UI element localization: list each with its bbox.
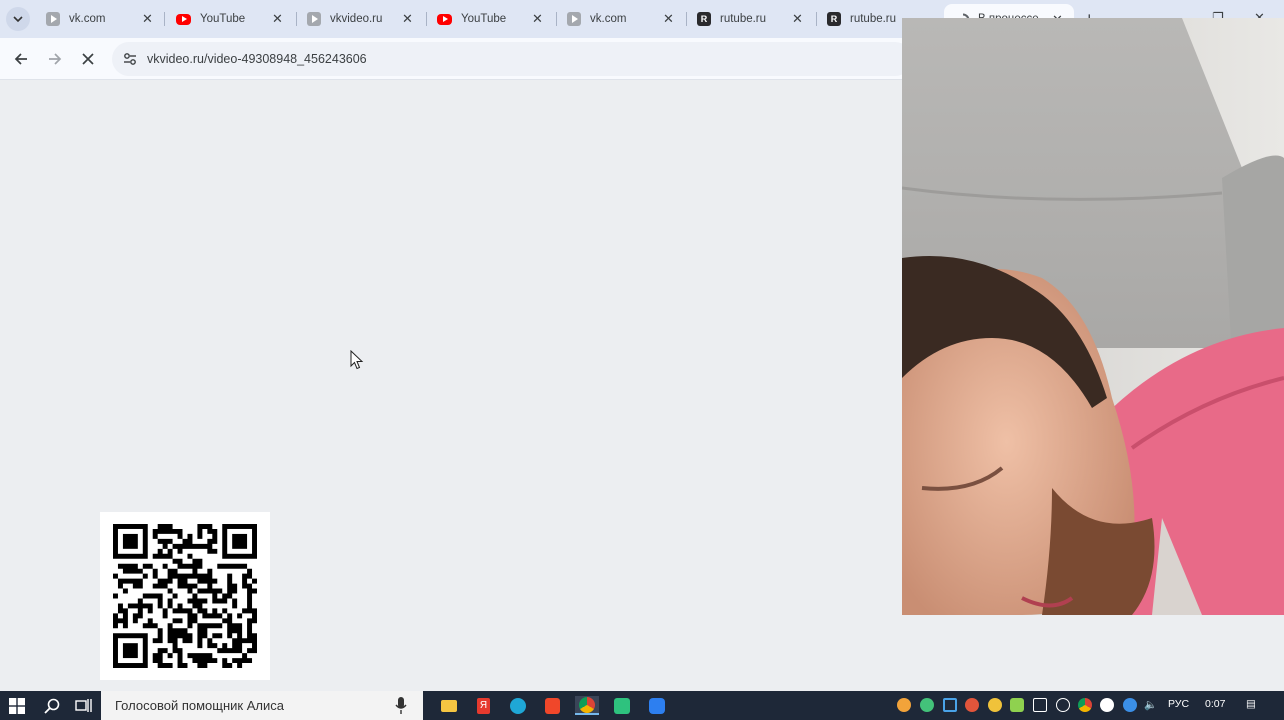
close-icon[interactable]: ✕ — [532, 11, 543, 27]
search-icon — [43, 698, 59, 714]
address-bar[interactable]: vkvideo.ru/video-49308948_456243606 — [112, 42, 912, 76]
tab-separator — [164, 12, 165, 26]
task-view-icon — [75, 699, 92, 712]
tray-app-icon[interactable] — [943, 698, 957, 712]
tray-app-icon[interactable] — [988, 698, 1002, 712]
alice-search-box[interactable]: Голосовой помощник Алиса — [101, 691, 423, 720]
stop-button[interactable] — [77, 48, 99, 70]
language-indicator[interactable]: РУС — [1168, 698, 1189, 710]
tab-rutube-1[interactable]: R rutube.ru ✕ — [697, 6, 809, 32]
edge-icon[interactable] — [508, 696, 527, 715]
webcam-overlay — [902, 18, 1284, 615]
rutube-icon: R — [827, 12, 841, 26]
messenger-app-icon[interactable] — [612, 696, 631, 715]
yandex-icon[interactable]: Я — [474, 696, 493, 715]
tab-title: rutube.ru — [850, 13, 897, 25]
tray-app-icon[interactable] — [1123, 698, 1137, 712]
webcam-image — [902, 18, 1284, 615]
microphone-icon[interactable] — [395, 697, 407, 714]
tray-app-icon[interactable] — [920, 698, 934, 712]
tab-separator — [816, 12, 817, 26]
task-view-button[interactable] — [74, 696, 93, 715]
search-button[interactable] — [42, 696, 61, 715]
tab-title: vk.com — [590, 13, 627, 25]
tray-app-icon[interactable] — [1033, 698, 1047, 712]
forward-button[interactable] — [44, 48, 66, 70]
back-button[interactable] — [10, 48, 32, 70]
file-explorer-icon[interactable] — [439, 696, 458, 715]
alice-search-placeholder: Голосовой помощник Алиса — [115, 698, 284, 713]
tab-title: vkvideo.ru — [330, 13, 383, 25]
vk-video-icon — [567, 12, 581, 26]
tab-separator — [426, 12, 427, 26]
tab-search-button[interactable] — [6, 7, 30, 31]
brave-icon[interactable] — [543, 696, 562, 715]
youtube-icon — [176, 13, 191, 25]
arrow-left-icon — [14, 53, 27, 65]
tray-app-icon[interactable] — [1056, 698, 1070, 712]
qr-code — [100, 512, 270, 680]
rutube-icon: R — [697, 12, 711, 26]
arrow-right-icon — [49, 53, 62, 65]
chevron-down-icon — [13, 15, 23, 22]
mouse-cursor-icon — [350, 350, 364, 370]
tab-vk-com-1[interactable]: vk.com ✕ — [46, 6, 158, 32]
tab-separator — [686, 12, 687, 26]
tab-title: rutube.ru — [720, 13, 767, 25]
vk-video-icon — [46, 12, 60, 26]
tab-youtube-2[interactable]: YouTube ✕ — [437, 6, 549, 32]
notifications-icon[interactable]: ▤ — [1246, 698, 1256, 710]
taskbar: Голосовой помощник Алиса Я 🔈 РУС 0:07 ▤ — [0, 691, 1284, 720]
yandex-tray-icon[interactable] — [1100, 698, 1114, 712]
tray-app-icon[interactable] — [965, 698, 979, 712]
tab-youtube-1[interactable]: YouTube ✕ — [176, 6, 288, 32]
close-icon[interactable]: ✕ — [272, 11, 283, 27]
tab-vk-com-2[interactable]: vk.com ✕ — [567, 6, 679, 32]
url-text: vkvideo.ru/video-49308948_456243606 — [147, 52, 367, 66]
screen-recorder-icon[interactable] — [647, 696, 666, 715]
qr-code-image — [113, 524, 257, 668]
close-icon[interactable]: ✕ — [402, 11, 413, 27]
windows-icon — [8, 697, 25, 714]
tab-title: YouTube — [461, 13, 507, 25]
youtube-icon — [437, 13, 452, 25]
chrome-tray-icon[interactable] — [1078, 698, 1092, 712]
clock[interactable]: 0:07 — [1205, 698, 1225, 710]
close-icon[interactable]: ✕ — [663, 11, 674, 27]
vk-video-icon — [307, 12, 321, 26]
close-icon[interactable]: ✕ — [792, 11, 803, 27]
tab-separator — [556, 12, 557, 26]
start-button[interactable] — [7, 696, 26, 715]
volume-icon[interactable]: 🔈 — [1144, 698, 1157, 711]
tray-app-icon[interactable] — [1010, 698, 1024, 712]
tray-app-icon[interactable] — [897, 698, 911, 712]
close-icon[interactable]: ✕ — [142, 11, 153, 27]
close-icon — [82, 53, 94, 65]
tab-title: YouTube — [200, 13, 246, 25]
site-settings-icon[interactable] — [122, 51, 138, 67]
chrome-icon[interactable] — [575, 696, 599, 715]
tab-vkvideo[interactable]: vkvideo.ru ✕ — [307, 6, 419, 32]
tab-title: vk.com — [69, 13, 106, 25]
tab-separator — [296, 12, 297, 26]
